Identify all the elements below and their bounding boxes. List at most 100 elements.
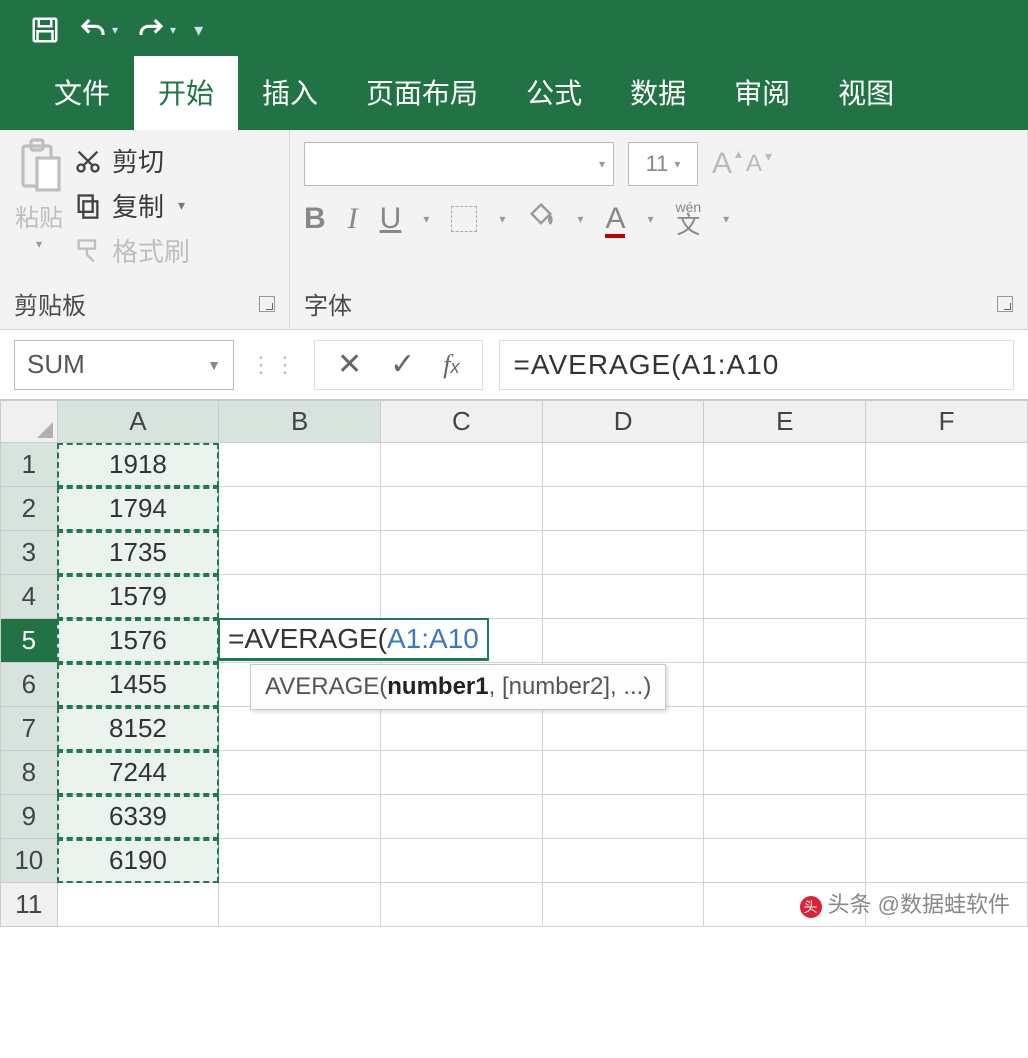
save-icon[interactable]	[30, 15, 60, 45]
cell[interactable]	[542, 531, 704, 575]
cell[interactable]	[866, 751, 1028, 795]
underline-button[interactable]: U	[380, 202, 402, 236]
row-header[interactable]: 7	[1, 707, 58, 751]
bold-button[interactable]: B	[304, 202, 326, 236]
font-dialog-launcher-icon[interactable]	[997, 296, 1013, 312]
cell[interactable]	[866, 619, 1028, 663]
tab-insert[interactable]: 插入	[238, 56, 342, 130]
borders-button[interactable]	[451, 206, 477, 232]
font-color-button[interactable]: A	[605, 202, 625, 236]
tab-file[interactable]: 文件	[30, 56, 134, 130]
cell[interactable]	[542, 751, 704, 795]
cell[interactable]	[542, 575, 704, 619]
row-header[interactable]: 10	[1, 839, 58, 883]
cell-A2[interactable]: 1794	[57, 487, 219, 531]
cell-A4[interactable]: 1579	[57, 575, 219, 619]
col-header-A[interactable]: A	[57, 401, 219, 443]
copy-dropdown-icon[interactable]: ▾	[178, 197, 185, 214]
formula-bar-expand-icon[interactable]: ⋮⋮	[250, 352, 298, 378]
cell[interactable]	[381, 883, 543, 927]
cell[interactable]	[542, 619, 704, 663]
cell[interactable]	[57, 883, 219, 927]
row-header[interactable]: 9	[1, 795, 58, 839]
cell[interactable]	[381, 487, 543, 531]
cell[interactable]	[219, 575, 381, 619]
cell[interactable]	[219, 839, 381, 883]
cut-button[interactable]: 剪切	[74, 142, 190, 179]
spreadsheet-grid[interactable]: A B C D E F 11918 21794 31735 41579 5157…	[0, 400, 1028, 927]
undo-icon[interactable]: ▾	[78, 15, 118, 45]
shrink-font-button[interactable]: A▾	[746, 150, 762, 178]
italic-button[interactable]: I	[348, 202, 358, 236]
cell[interactable]	[704, 839, 866, 883]
cell-A5[interactable]: 1576	[57, 619, 219, 663]
tab-data[interactable]: 数据	[606, 56, 710, 130]
row-header[interactable]: 5	[1, 619, 58, 663]
cell[interactable]	[704, 751, 866, 795]
cell[interactable]	[381, 443, 543, 487]
format-painter-button[interactable]: 格式刷	[74, 232, 190, 269]
clipboard-dialog-launcher-icon[interactable]	[259, 296, 275, 312]
cell-A6[interactable]: 1455	[57, 663, 219, 707]
row-header[interactable]: 4	[1, 575, 58, 619]
cell[interactable]	[219, 707, 381, 751]
col-header-F[interactable]: F	[866, 401, 1028, 443]
tab-pagelayout[interactable]: 页面布局	[342, 56, 502, 130]
cell-A1[interactable]: 1918	[57, 443, 219, 487]
cell[interactable]	[704, 487, 866, 531]
cell[interactable]	[381, 575, 543, 619]
row-header[interactable]: 11	[1, 883, 58, 927]
cell[interactable]	[542, 795, 704, 839]
cell[interactable]	[381, 751, 543, 795]
tab-review[interactable]: 审阅	[710, 56, 814, 130]
underline-dropdown-icon[interactable]: ▾	[423, 212, 429, 226]
cell[interactable]	[704, 443, 866, 487]
active-cell-editor[interactable]: =AVERAGE(A1:A10	[218, 618, 489, 661]
cell[interactable]	[542, 883, 704, 927]
tab-formulas[interactable]: 公式	[502, 56, 606, 130]
cell[interactable]	[381, 531, 543, 575]
grow-font-button[interactable]: A▴	[712, 147, 732, 181]
cancel-formula-icon[interactable]: ✕	[337, 347, 362, 382]
cell[interactable]	[219, 795, 381, 839]
cell[interactable]	[704, 575, 866, 619]
cell[interactable]	[381, 839, 543, 883]
row-header[interactable]: 8	[1, 751, 58, 795]
select-all-corner[interactable]	[1, 401, 58, 443]
redo-dropdown-icon[interactable]: ▾	[170, 23, 176, 37]
cell[interactable]	[866, 443, 1028, 487]
enter-formula-icon[interactable]: ✓	[390, 347, 415, 382]
font-name-combo[interactable]: ▾	[304, 142, 614, 186]
fill-dropdown-icon[interactable]: ▾	[577, 212, 583, 226]
cell[interactable]	[704, 663, 866, 707]
cell[interactable]	[866, 839, 1028, 883]
cell[interactable]	[381, 707, 543, 751]
phonetic-dropdown-icon[interactable]: ▾	[723, 212, 729, 226]
font-color-dropdown-icon[interactable]: ▾	[647, 212, 653, 226]
cell[interactable]	[866, 487, 1028, 531]
cell[interactable]	[542, 839, 704, 883]
tab-home[interactable]: 开始	[134, 56, 238, 130]
borders-dropdown-icon[interactable]: ▾	[499, 212, 505, 226]
cell[interactable]	[704, 795, 866, 839]
cell[interactable]	[381, 795, 543, 839]
cell[interactable]	[866, 707, 1028, 751]
font-size-combo[interactable]: 11▾	[628, 142, 698, 186]
cell[interactable]	[542, 443, 704, 487]
formula-input[interactable]: =AVERAGE(A1:A10	[499, 340, 1014, 390]
tab-view[interactable]: 视图	[814, 56, 918, 130]
cell-A9[interactable]: 6339	[57, 795, 219, 839]
paste-dropdown-icon[interactable]: ▾	[36, 237, 42, 251]
copy-button[interactable]: 复制 ▾	[74, 187, 190, 224]
chevron-down-icon[interactable]: ▼	[207, 357, 221, 373]
cell[interactable]	[866, 795, 1028, 839]
customize-qat-icon[interactable]: ▾	[194, 20, 203, 41]
col-header-B[interactable]: B	[219, 401, 381, 443]
cell[interactable]	[866, 663, 1028, 707]
cell-A7[interactable]: 8152	[57, 707, 219, 751]
fill-color-button[interactable]	[527, 201, 555, 237]
cell[interactable]	[866, 531, 1028, 575]
cell-A3[interactable]: 1735	[57, 531, 219, 575]
row-header[interactable]: 3	[1, 531, 58, 575]
row-header[interactable]: 2	[1, 487, 58, 531]
